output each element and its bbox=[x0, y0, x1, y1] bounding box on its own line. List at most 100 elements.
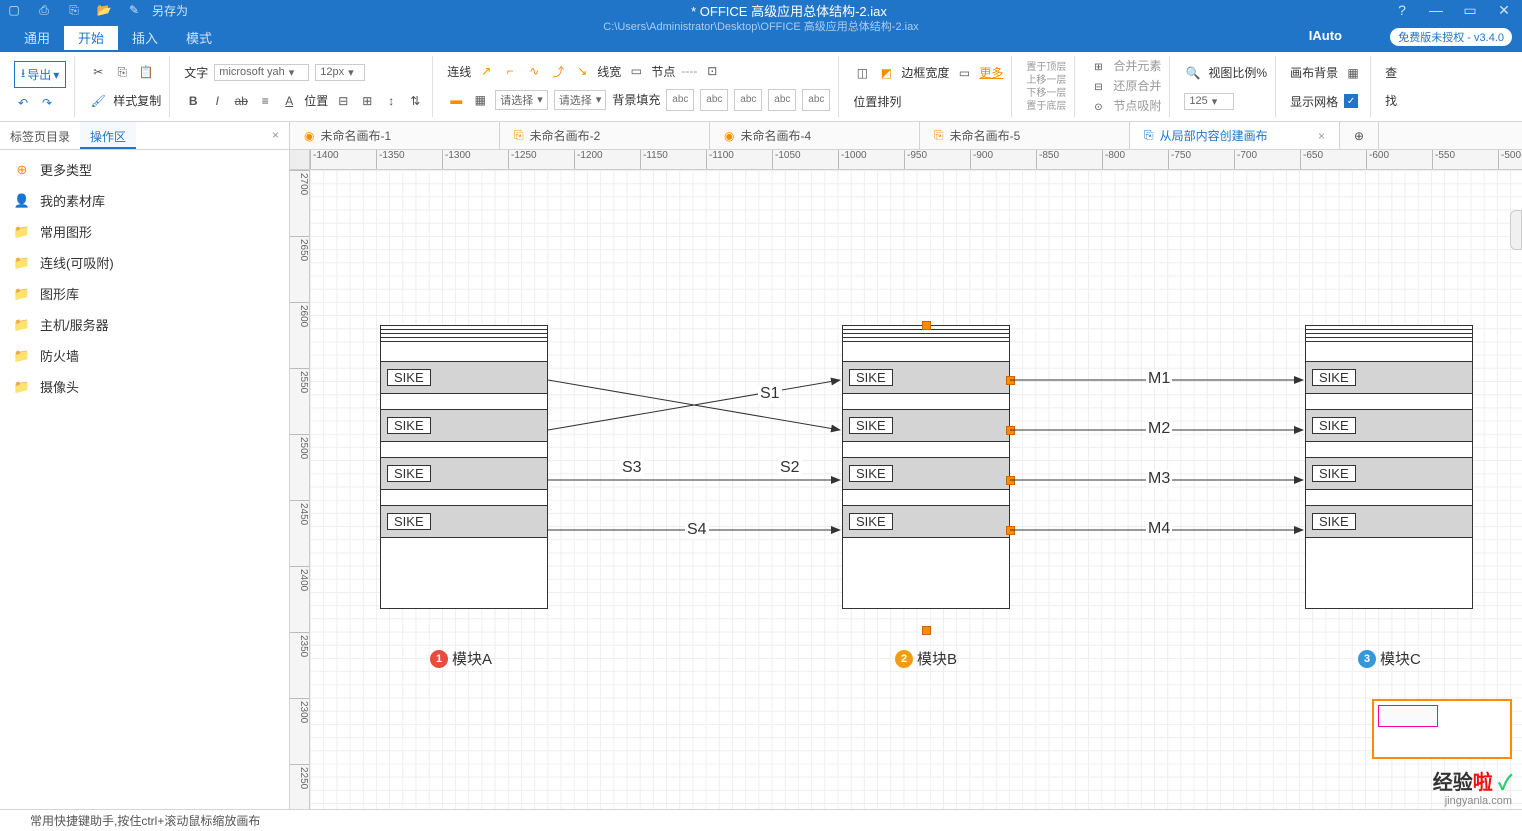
ruler-horizontal: -1400-1350-1300-1250-1200-1150-1100-1050… bbox=[310, 150, 1522, 170]
canvas-tab-3[interactable]: ⎘未命名画布-5 bbox=[920, 122, 1130, 149]
valign-icon[interactable]: ⊟ bbox=[334, 92, 352, 110]
line-type1-icon[interactable]: ↗ bbox=[477, 62, 495, 80]
format-copy-label[interactable]: 样式复制 bbox=[113, 92, 161, 109]
canvas-tab-2[interactable]: ◉未命名画布-4 bbox=[710, 122, 920, 149]
paste-icon[interactable]: 📋 bbox=[137, 63, 155, 81]
sidebar-item-0[interactable]: ⊕更多类型 bbox=[0, 154, 289, 185]
bold-icon[interactable]: B bbox=[184, 92, 202, 110]
shape2-icon[interactable]: ◩ bbox=[877, 64, 895, 82]
license-pill[interactable]: 免费版未授权 - v3.4.0 bbox=[1390, 28, 1512, 46]
bg-picker-icon[interactable]: ▦ bbox=[1344, 64, 1362, 82]
line-type3-icon[interactable]: ∿ bbox=[525, 62, 543, 80]
copy-icon2[interactable]: ⎘ bbox=[113, 63, 131, 81]
side-handle[interactable] bbox=[1510, 210, 1522, 250]
fontsize-select[interactable]: 12px ▾ bbox=[315, 64, 365, 81]
module-b[interactable]: SIKE SIKE SIKE SIKE bbox=[842, 325, 1010, 609]
handle-bottom[interactable] bbox=[922, 626, 931, 635]
fontcolor-icon[interactable]: A bbox=[280, 92, 298, 110]
sidebar-close-icon[interactable]: × bbox=[262, 122, 289, 149]
copy-icon[interactable]: ⎘ bbox=[66, 2, 82, 18]
help-icon[interactable]: ? bbox=[1390, 0, 1414, 20]
linewidth-icon[interactable]: ▭ bbox=[627, 62, 645, 80]
watermark: 经验啦 ✓ jingyanla.com bbox=[1433, 766, 1512, 807]
find-label2[interactable]: 找 bbox=[1385, 92, 1397, 109]
merge-icon[interactable]: ⊞ bbox=[1089, 58, 1107, 76]
sidebar-item-2[interactable]: 📁常用图形 bbox=[0, 216, 289, 247]
strike-icon[interactable]: ab bbox=[232, 92, 250, 110]
canvas-tab-4[interactable]: ⎘从局部内容创建画布× bbox=[1130, 122, 1340, 149]
halign-icon[interactable]: ⊞ bbox=[358, 92, 376, 110]
tab-icon: ◉ bbox=[724, 129, 734, 143]
align-icon[interactable]: ≡ bbox=[256, 92, 274, 110]
handle-r2[interactable] bbox=[1006, 426, 1015, 435]
minimize-icon[interactable]: ― bbox=[1424, 0, 1448, 20]
zoom-select[interactable]: 125 ▾ bbox=[1184, 93, 1234, 110]
posalign-label[interactable]: 位置排列 bbox=[853, 93, 901, 110]
snap-icon[interactable]: ⊙ bbox=[1089, 98, 1107, 116]
sidebar-item-4[interactable]: 📁图形库 bbox=[0, 278, 289, 309]
save-icon[interactable]: ⎙ bbox=[36, 2, 52, 18]
close-icon[interactable]: ✕ bbox=[1492, 0, 1516, 20]
abc3[interactable]: abc bbox=[734, 89, 762, 111]
layer-controls[interactable]: 置于顶层 上移一层 下移一层 置于底层 bbox=[1026, 62, 1066, 112]
handle-r4[interactable] bbox=[1006, 526, 1015, 535]
add-tab-button[interactable]: ⊕ bbox=[1340, 122, 1379, 149]
module-c[interactable]: SIKE SIKE SIKE SIKE bbox=[1305, 325, 1473, 609]
start-arrow-select[interactable]: 请选择 ▾ bbox=[495, 90, 548, 110]
save-as-button[interactable]: 另存为 bbox=[152, 2, 188, 19]
canvas[interactable]: SIKE SIKE SIKE SIKE 1模块A SIKE SIKE bbox=[310, 170, 1522, 809]
canvas-tab-1[interactable]: ⎘未命名画布-2 bbox=[500, 122, 710, 149]
abc4[interactable]: abc bbox=[768, 89, 796, 111]
borderw-icon[interactable]: ▭ bbox=[955, 64, 973, 82]
node-value[interactable]: ---- bbox=[681, 64, 697, 78]
rotate-icon[interactable]: ↕ bbox=[382, 92, 400, 110]
node-edit-icon[interactable]: ⊡ bbox=[703, 62, 721, 80]
shape-icon[interactable]: ◫ bbox=[853, 64, 871, 82]
font-select[interactable]: microsoft yah ▾ bbox=[214, 64, 309, 81]
find-label1[interactable]: 查 bbox=[1385, 64, 1397, 81]
sidebar-item-1[interactable]: 👤我的素材库 bbox=[0, 185, 289, 216]
open-icon[interactable]: 📂 bbox=[96, 2, 112, 18]
abc2[interactable]: abc bbox=[700, 89, 728, 111]
more-link[interactable]: 更多 bbox=[979, 64, 1003, 81]
sidebar-tab-ops[interactable]: 操作区 bbox=[80, 122, 136, 149]
sidebar-item-3[interactable]: 📁连线(可吸附) bbox=[0, 247, 289, 278]
cut-icon[interactable]: ✂ bbox=[89, 63, 107, 81]
grid-checkbox[interactable]: ✓ bbox=[1344, 94, 1358, 108]
line-type5-icon[interactable]: ↘ bbox=[573, 62, 591, 80]
minimap[interactable] bbox=[1372, 699, 1512, 759]
module-a[interactable]: SIKE SIKE SIKE SIKE bbox=[380, 325, 548, 609]
line-type2-icon[interactable]: ⌐ bbox=[501, 62, 519, 80]
handle-r1[interactable] bbox=[1006, 376, 1015, 385]
new-icon[interactable]: ▢ bbox=[6, 2, 22, 18]
tab-close-icon[interactable]: × bbox=[1318, 129, 1325, 143]
menu-tab-general[interactable]: 通用 bbox=[10, 26, 64, 50]
user-icon: 👤 bbox=[14, 193, 30, 209]
linecolor-icon[interactable]: ▬ bbox=[447, 91, 465, 109]
sidebar-item-7[interactable]: 📁摄像头 bbox=[0, 371, 289, 402]
menu-tab-insert[interactable]: 插入 bbox=[118, 26, 172, 50]
sidebar-item-6[interactable]: 📁防火墙 bbox=[0, 340, 289, 371]
sidebar-item-5[interactable]: 📁主机/服务器 bbox=[0, 309, 289, 340]
italic-icon[interactable]: I bbox=[208, 92, 226, 110]
abc5[interactable]: abc bbox=[802, 89, 830, 111]
undo-icon[interactable]: ↶ bbox=[14, 94, 32, 112]
menu-tab-mode[interactable]: 模式 bbox=[172, 26, 226, 50]
sidebar-tab-toc[interactable]: 标签页目录 bbox=[0, 122, 80, 149]
unmerge-icon[interactable]: ⊟ bbox=[1089, 78, 1107, 96]
handle-r3[interactable] bbox=[1006, 476, 1015, 485]
line-type4-icon[interactable]: ⤴ bbox=[549, 62, 567, 80]
canvas-tab-0[interactable]: ◉未命名画布-1 bbox=[290, 122, 500, 149]
maximize-icon[interactable]: ▭ bbox=[1458, 0, 1482, 20]
brush-icon[interactable]: 🖌 bbox=[89, 92, 107, 110]
export-button[interactable]: ⭳ 导出 ▾ bbox=[14, 61, 66, 88]
linestyle-icon[interactable]: ▦ bbox=[471, 91, 489, 109]
abc1[interactable]: abc bbox=[666, 89, 694, 111]
position-label[interactable]: 位置 bbox=[304, 92, 328, 109]
flip-icon[interactable]: ⇅ bbox=[406, 92, 424, 110]
end-arrow-select[interactable]: 请选择 ▾ bbox=[554, 90, 607, 110]
redo-icon[interactable]: ↷ bbox=[38, 94, 56, 112]
handle-top[interactable] bbox=[922, 321, 931, 330]
menu-tab-start[interactable]: 开始 bbox=[64, 26, 118, 50]
edit-icon[interactable]: ✎ bbox=[126, 2, 142, 18]
